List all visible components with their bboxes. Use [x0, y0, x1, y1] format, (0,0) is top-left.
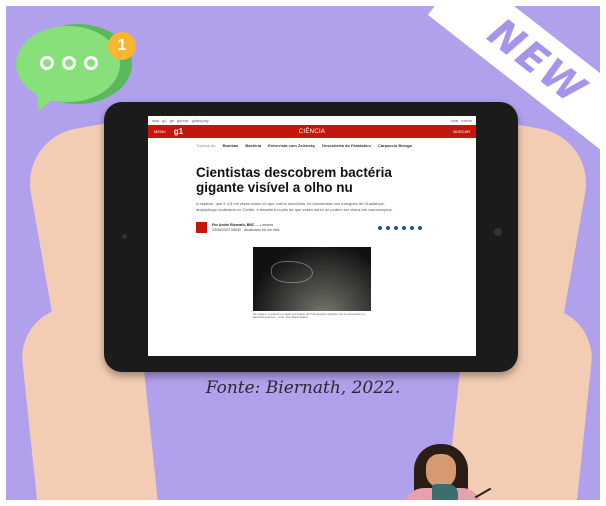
- topbar-link[interactable]: globoplay: [192, 118, 209, 123]
- topic-link[interactable]: Descoberta do Fantástico: [322, 143, 371, 148]
- dot-icon: [62, 56, 76, 70]
- topic-link[interactable]: Carpaccio Beluga: [378, 143, 412, 148]
- topics-lead: Tópicos do: [196, 143, 216, 148]
- browser-topbar: ossi g1 ge gshow globoplay criar entrar: [148, 116, 476, 125]
- byline-meta: Por André Biernath, BBC — Londres 23/06/…: [212, 222, 280, 232]
- source-caption: Fonte: Biernath, 2022.: [205, 378, 401, 398]
- tablet-device: ossi g1 ge gshow globoplay criar entrar …: [104, 102, 518, 372]
- topbar-link[interactable]: entrar: [462, 118, 472, 123]
- author-location: Londres: [260, 222, 274, 227]
- topics-bar: Tópicos do Bombas Bactéria Entrevista co…: [148, 138, 476, 153]
- woman-face: [426, 454, 456, 488]
- share-bar: [378, 225, 422, 230]
- topbar-link[interactable]: ossi: [152, 118, 159, 123]
- illustration-canvas: NEW 1 ossi g1 ge gshow globoplay criar e…: [6, 6, 600, 500]
- new-ribbon-text: NEW: [479, 9, 595, 115]
- topbar-link[interactable]: criar: [451, 118, 459, 123]
- topic-link[interactable]: Bombas: [223, 143, 239, 148]
- topbar-link[interactable]: gshow: [177, 118, 189, 123]
- camera-icon: [122, 234, 127, 239]
- article-photo: [253, 247, 371, 311]
- facebook-icon[interactable]: [378, 225, 382, 230]
- megaphone-icon: [432, 484, 458, 500]
- article-byline: Por André Biernath, BBC — Londres 23/06/…: [196, 222, 422, 233]
- topbar-link[interactable]: ge: [170, 118, 174, 123]
- site-header: MENU g1 CIÊNCIA BUSCAR: [148, 125, 476, 138]
- tablet-screen: ossi g1 ge gshow globoplay criar entrar …: [148, 116, 476, 356]
- article-summary: A espécie, que é 4,5 mil vezes maior do …: [196, 201, 393, 212]
- article-headline: Cientistas descobrem bactéria gigante vi…: [196, 165, 392, 195]
- linkedin-icon[interactable]: [410, 225, 414, 230]
- article-date: 23/06/2022 08h30 · Atualizado há um mês: [212, 227, 280, 232]
- photo-caption: Na imagem, é possível ver vários exempla…: [253, 313, 365, 320]
- share-icon[interactable]: [418, 225, 422, 230]
- twitter-icon[interactable]: [386, 225, 390, 230]
- dot-icon: [40, 56, 54, 70]
- notification-badge: 1: [108, 32, 136, 60]
- topbar-link[interactable]: g1: [162, 118, 166, 123]
- home-button[interactable]: [494, 228, 502, 236]
- dot-icon: [84, 56, 98, 70]
- author-avatar: [196, 222, 207, 233]
- pinterest-icon[interactable]: [402, 225, 406, 230]
- whatsapp-icon[interactable]: [394, 225, 398, 230]
- author-name: Por André Biernath, BBC: [212, 222, 255, 227]
- section-title: CIÊNCIA: [298, 128, 326, 135]
- typing-dots-icon: [40, 56, 98, 70]
- topic-link[interactable]: Entrevista com Zelensky: [268, 143, 315, 148]
- topic-link[interactable]: Bactéria: [245, 143, 261, 148]
